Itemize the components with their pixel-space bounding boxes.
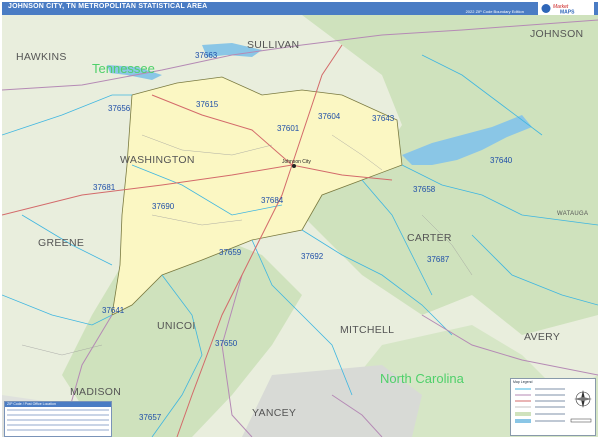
zip-label: 37604 [318, 112, 341, 121]
zip-label: 37684 [261, 196, 284, 205]
county-label: MADISON [70, 386, 121, 398]
map-canvas[interactable]: Johnson City Tennessee North Carolina HA… [2, 15, 598, 437]
state-label: Tennessee [92, 61, 155, 76]
zip-label: 37601 [277, 124, 300, 133]
legend-swatches [515, 388, 592, 423]
county-label: SULLIVAN [247, 39, 299, 51]
edition-label: 2022 ZIP Code Boundary Edition [465, 9, 524, 14]
map-legend: Map Legend [510, 378, 596, 436]
zip-label: 37650 [215, 339, 238, 348]
zip-label: 37615 [196, 100, 219, 109]
brand-logo: Market MAPS [538, 2, 594, 15]
zip-label: 37659 [219, 248, 242, 257]
county-label: UNICOI [157, 320, 196, 332]
county-label: WATAUGA [557, 211, 588, 217]
zip-label: 37690 [152, 202, 175, 211]
county-label: YANCEY [252, 407, 296, 419]
zip-label: 37640 [490, 156, 513, 165]
state-label: North Carolina [380, 371, 465, 386]
county-label: MITCHELL [340, 324, 394, 336]
zip-table-rows [7, 409, 109, 431]
zip-label: 37687 [427, 255, 450, 264]
scale-bar [570, 418, 592, 423]
map-frame: JOHNSON CITY, TN METROPOLITAN STATISTICA… [0, 0, 600, 439]
county-label: JOHNSON [530, 28, 583, 40]
compass-icon [574, 390, 592, 408]
county-label: GREENE [38, 237, 84, 249]
legend-title: Map Legend [513, 380, 533, 384]
county-label: CARTER [407, 232, 452, 244]
city-label: Johnson City [282, 159, 311, 165]
zip-label: 37692 [301, 252, 324, 261]
county-label: HAWKINS [16, 51, 67, 63]
zip-label: 37663 [195, 51, 218, 60]
zip-label: 37656 [108, 104, 131, 113]
zip-label: 37681 [93, 183, 116, 192]
map-title: JOHNSON CITY, TN METROPOLITAN STATISTICA… [8, 3, 208, 10]
zip-label: 37658 [413, 185, 436, 194]
county-label: WASHINGTON [120, 154, 195, 166]
zip-table: ZIP Code / Post Office Location [4, 401, 112, 437]
title-bar: JOHNSON CITY, TN METROPOLITAN STATISTICA… [2, 2, 598, 15]
zip-label: 37657 [139, 413, 162, 422]
zip-label: 37643 [372, 114, 395, 123]
zip-label: 37641 [102, 306, 125, 315]
county-label: AVERY [524, 331, 560, 343]
